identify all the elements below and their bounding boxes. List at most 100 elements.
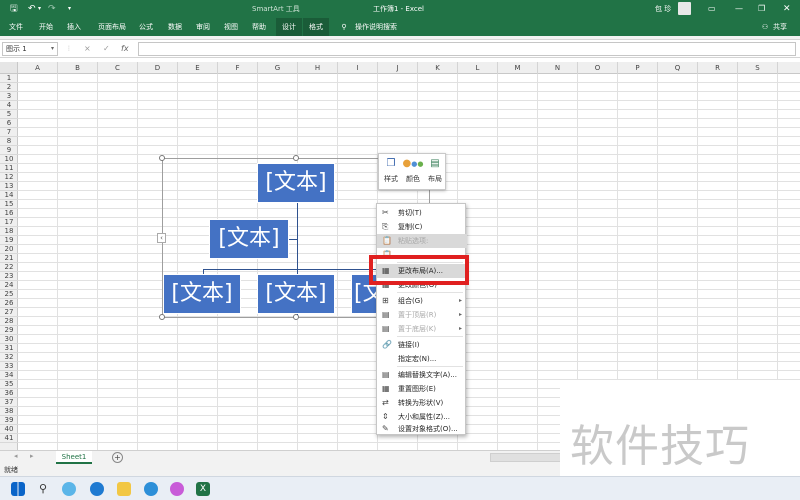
menu-item-edit-alt-text[interactable]: ▤ 编辑替换文字(A)... (377, 368, 467, 382)
text-pane-toggle[interactable]: ‹ (157, 233, 166, 243)
row-header[interactable]: 13 (0, 182, 18, 191)
menu-item-format-object[interactable]: ✎ 设置对象格式(O)... (377, 422, 467, 436)
undo-dropdown-icon[interactable]: ▾ (38, 0, 41, 18)
row-header[interactable]: 30 (0, 335, 18, 344)
menu-item-assign-macro[interactable]: 指定宏(N)... (377, 352, 467, 366)
tab-help[interactable]: 帮助 (247, 18, 271, 36)
row-header[interactable]: 31 (0, 344, 18, 353)
excel-icon[interactable]: X (196, 482, 210, 496)
row-header[interactable]: 7 (0, 128, 18, 137)
undo-icon[interactable]: ↶ (28, 0, 36, 18)
row-header[interactable]: 5 (0, 110, 18, 119)
row-header[interactable]: 9 (0, 146, 18, 155)
row-header[interactable]: 1 (0, 74, 18, 83)
smartart-shape-child-2[interactable]: [文本] (257, 274, 335, 314)
row-header[interactable]: 16 (0, 209, 18, 218)
row-header[interactable]: 39 (0, 416, 18, 425)
file-explorer-icon[interactable] (117, 482, 131, 496)
column-header[interactable]: C (98, 62, 138, 74)
column-header[interactable]: A (18, 62, 58, 74)
row-header[interactable]: 40 (0, 425, 18, 434)
row-header[interactable]: 8 (0, 137, 18, 146)
tab-file[interactable]: 文件 (4, 18, 28, 36)
row-header[interactable]: 25 (0, 290, 18, 299)
menu-item-cut[interactable]: ✂ 剪切(T) (377, 206, 467, 220)
column-header[interactable]: L (458, 62, 498, 74)
share-button[interactable]: 共享 (771, 18, 789, 36)
menu-item-link[interactable]: 🔗 链接(I) (377, 338, 467, 352)
color-button[interactable]: ●●● 颜色 (402, 154, 424, 191)
column-header[interactable]: F (218, 62, 258, 74)
tab-design[interactable]: 设计 (276, 18, 302, 36)
avatar[interactable] (678, 2, 691, 15)
row-header[interactable]: 21 (0, 254, 18, 263)
tab-formulas[interactable]: 公式 (134, 18, 158, 36)
tab-review[interactable]: 审阅 (191, 18, 215, 36)
column-header[interactable]: O (578, 62, 618, 74)
row-header[interactable]: 18 (0, 227, 18, 236)
menu-item-group[interactable]: ⊞ 组合(G) ▸ (377, 294, 467, 308)
column-header[interactable]: Q (658, 62, 698, 74)
sheet-nav-next-icon[interactable]: ▸ (30, 452, 34, 460)
tab-page-layout[interactable]: 页面布局 (94, 18, 130, 36)
column-header[interactable]: B (58, 62, 98, 74)
enter-icon[interactable]: ✓ (103, 42, 110, 56)
name-box[interactable]: 图示 1 ▾ (2, 42, 58, 56)
formula-input[interactable] (138, 42, 796, 56)
resize-handle[interactable] (293, 155, 299, 161)
row-header[interactable]: 12 (0, 173, 18, 182)
row-header[interactable]: 17 (0, 218, 18, 227)
add-sheet-icon[interactable]: + (112, 452, 123, 463)
row-header[interactable]: 3 (0, 92, 18, 101)
row-header[interactable]: 37 (0, 398, 18, 407)
app-icon[interactable] (144, 482, 158, 496)
column-header[interactable]: P (618, 62, 658, 74)
row-header[interactable]: 4 (0, 101, 18, 110)
row-header[interactable]: 35 (0, 380, 18, 389)
chevron-down-icon[interactable]: ▾ (51, 43, 54, 55)
search-icon[interactable]: ⚲ (36, 482, 50, 496)
row-header[interactable]: 34 (0, 371, 18, 380)
browser-icon[interactable] (170, 482, 184, 496)
row-header[interactable]: 11 (0, 164, 18, 173)
column-header[interactable]: J (378, 62, 418, 74)
cancel-icon[interactable]: × (84, 42, 91, 56)
close-icon[interactable]: ✕ (783, 0, 791, 18)
minimize-icon[interactable]: — (735, 0, 743, 18)
sheet-nav-prev-icon[interactable]: ◂ (14, 452, 18, 460)
row-header[interactable]: 38 (0, 407, 18, 416)
column-header[interactable]: M (498, 62, 538, 74)
edge-icon[interactable] (62, 482, 76, 496)
column-header[interactable]: K (418, 62, 458, 74)
column-header[interactable]: N (538, 62, 578, 74)
customize-qat-icon[interactable]: ▾ (68, 0, 71, 18)
row-header[interactable]: 6 (0, 119, 18, 128)
tell-me-search[interactable]: 操作说明搜索 (352, 18, 400, 36)
row-header[interactable]: 41 (0, 434, 18, 443)
user-name[interactable]: 包 珍 (655, 0, 671, 18)
row-header[interactable]: 20 (0, 245, 18, 254)
menu-item-reset-graphic[interactable]: ▦ 重置图形(E) (377, 382, 467, 396)
resize-handle[interactable] (159, 155, 165, 161)
row-header[interactable]: 14 (0, 191, 18, 200)
row-header[interactable]: 19 (0, 236, 18, 245)
smartart-shape-assistant[interactable]: [文本] (209, 219, 289, 259)
tab-insert[interactable]: 插入 (62, 18, 86, 36)
row-header[interactable]: 29 (0, 326, 18, 335)
style-button[interactable]: ❒ 样式 (380, 154, 402, 191)
restore-icon[interactable]: ❐ (758, 0, 765, 18)
column-header[interactable]: S (738, 62, 778, 74)
column-header[interactable]: E (178, 62, 218, 74)
resize-handle[interactable] (159, 314, 165, 320)
row-header[interactable]: 24 (0, 281, 18, 290)
row-header[interactable]: 2 (0, 83, 18, 92)
menu-item-convert-to-shapes[interactable]: ⇄ 转换为形状(V) (377, 396, 467, 410)
row-header[interactable]: 36 (0, 389, 18, 398)
column-header[interactable]: D (138, 62, 178, 74)
ribbon-display-icon[interactable]: ▭ (708, 0, 716, 18)
row-header[interactable]: 15 (0, 200, 18, 209)
row-header[interactable]: 23 (0, 272, 18, 281)
row-header[interactable]: 22 (0, 263, 18, 272)
column-header[interactable]: G (258, 62, 298, 74)
row-header[interactable]: 10 (0, 155, 18, 164)
